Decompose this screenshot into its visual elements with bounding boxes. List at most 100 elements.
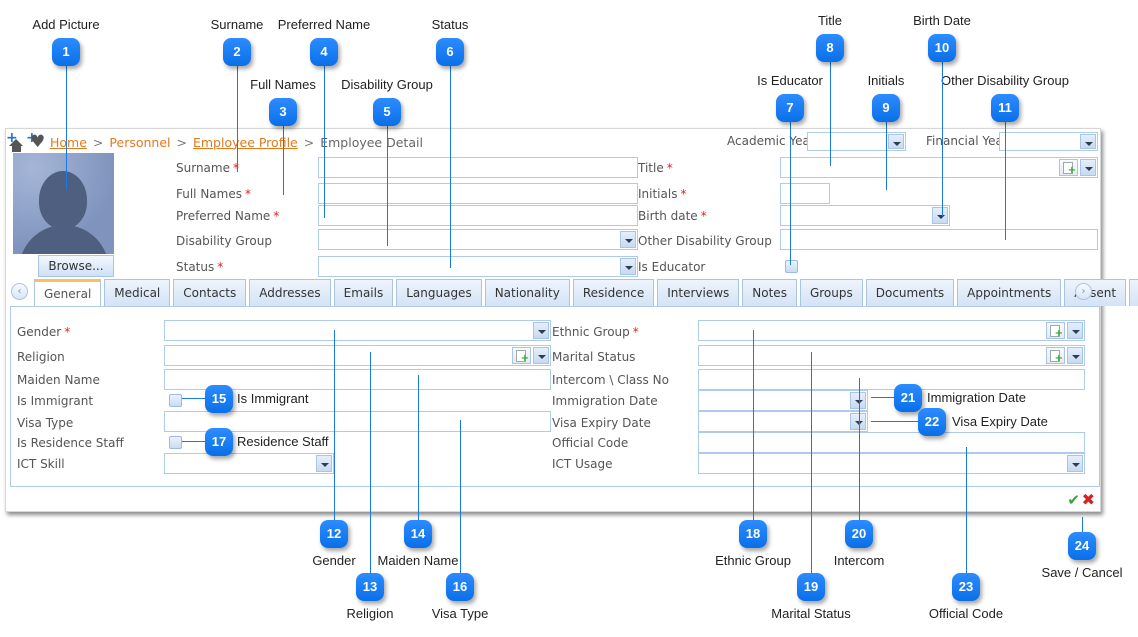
chevron-down-icon[interactable] xyxy=(533,347,549,364)
callout-label: Is Educator xyxy=(757,73,823,88)
tab-addresses[interactable]: Addresses xyxy=(249,279,331,306)
callout-label: Religion xyxy=(346,606,394,621)
chevron-down-icon[interactable] xyxy=(1080,159,1096,176)
save-icon[interactable]: ✔ xyxy=(1067,491,1080,509)
chevron-down-icon[interactable] xyxy=(1080,134,1096,149)
academic-year-select[interactable] xyxy=(807,132,906,151)
visa-expiry-date-picker[interactable] xyxy=(698,411,868,432)
calendar-dropdown-icon[interactable] xyxy=(850,392,866,409)
is-residence-staff-checkbox[interactable] xyxy=(169,436,182,449)
add-religion-button[interactable]: + xyxy=(512,347,531,364)
is-immigrant-label: Is Immigrant xyxy=(17,394,94,408)
callout-number-badge: 23 xyxy=(952,573,980,601)
status-select[interactable] xyxy=(318,256,638,277)
breadcrumb: + + ♥ Home > Personnel > Employee Profile… xyxy=(6,131,423,152)
add-title-button[interactable]: + xyxy=(1059,159,1078,176)
ethnic-group-label-text: Ethnic Group xyxy=(552,325,630,339)
callout-label: Full Names xyxy=(250,77,316,92)
surname-input[interactable] xyxy=(318,157,638,178)
financial-year-select[interactable] xyxy=(999,132,1098,151)
tab-notes[interactable]: Notes xyxy=(742,279,797,306)
tab-scroll-right-button[interactable]: › xyxy=(1075,283,1092,300)
browse-button[interactable]: Browse... xyxy=(38,255,114,277)
cancel-icon[interactable]: ✖ xyxy=(1082,490,1095,509)
intercom-input[interactable] xyxy=(698,369,1085,390)
immigration-date-picker[interactable] xyxy=(698,390,868,411)
callout-leader-line xyxy=(460,420,461,573)
tab-scroll-left-button[interactable]: ‹ xyxy=(11,283,28,300)
tab-medical[interactable]: Medical xyxy=(104,279,171,306)
disability-group-label: Disability Group xyxy=(176,234,272,248)
ethnic-group-select[interactable]: + xyxy=(698,320,1085,341)
disability-group-select[interactable] xyxy=(318,229,638,250)
initials-input[interactable] xyxy=(780,183,830,204)
add-marital-status-button[interactable]: + xyxy=(1046,347,1065,364)
official-code-input[interactable] xyxy=(698,432,1085,453)
chevron-down-icon[interactable] xyxy=(888,134,904,149)
callout-number-badge: 16 xyxy=(446,573,474,601)
tab-residence[interactable]: Residence xyxy=(572,279,655,306)
chevron-down-icon[interactable] xyxy=(620,231,636,248)
home-add-icon[interactable]: + xyxy=(6,131,26,152)
tab-nationality[interactable]: Nationality xyxy=(484,279,570,306)
callout-label: Initials xyxy=(867,73,905,88)
initials-label: Initials * xyxy=(638,187,686,201)
title-select[interactable]: + xyxy=(780,157,1098,178)
tab-absent[interactable]: Absent xyxy=(1064,279,1127,306)
other-disability-group-input[interactable] xyxy=(780,229,1098,250)
full-names-input[interactable] xyxy=(318,183,638,204)
preferred-name-input[interactable] xyxy=(318,205,638,226)
tab-interviews[interactable]: Interviews xyxy=(657,279,740,306)
callout-number-badge: 24 xyxy=(1068,532,1096,560)
callout-label: Ethnic Group xyxy=(715,553,791,568)
chevron-down-icon[interactable] xyxy=(1067,322,1083,339)
required-marker: * xyxy=(273,209,280,223)
favorite-add-icon[interactable]: + ♥ xyxy=(26,131,46,152)
chevron-down-icon[interactable] xyxy=(1067,455,1083,472)
callout-number-badge: 13 xyxy=(356,573,384,601)
callout-leader-line xyxy=(324,66,325,218)
marital-status-select[interactable]: + xyxy=(698,345,1085,366)
religion-select[interactable]: + xyxy=(164,345,551,366)
callout-leader-line xyxy=(283,126,284,195)
title-label: Title * xyxy=(638,161,673,175)
tab-emails[interactable]: Emails xyxy=(333,279,394,306)
chevron-down-icon[interactable] xyxy=(1067,347,1083,364)
add-ethnic-group-button[interactable]: + xyxy=(1046,322,1065,339)
is-educator-checkbox[interactable] xyxy=(785,260,798,273)
tab-languages[interactable]: Languages xyxy=(396,279,482,306)
chevron-down-icon[interactable] xyxy=(533,322,549,339)
callout-leader-line xyxy=(753,330,754,520)
is-immigrant-checkbox[interactable] xyxy=(169,394,182,407)
chevron-down-icon[interactable] xyxy=(316,455,332,472)
ict-usage-select[interactable] xyxy=(698,453,1085,474)
gender-select[interactable] xyxy=(164,320,551,341)
callout-label: Residence Staff xyxy=(237,434,329,449)
calendar-dropdown-icon[interactable] xyxy=(932,207,948,224)
employee-photo xyxy=(13,153,114,254)
tab-general[interactable]: General xyxy=(34,279,102,306)
breadcrumb-home[interactable]: Home xyxy=(50,135,87,150)
tab-groups[interactable]: Groups xyxy=(799,279,863,306)
callout-leader-line xyxy=(450,66,451,268)
callout-leader-line xyxy=(859,378,860,520)
calendar-dropdown-icon[interactable] xyxy=(850,413,866,430)
breadcrumb-separator: > xyxy=(92,134,104,150)
chevron-down-icon[interactable] xyxy=(620,258,636,275)
intercom-label: Intercom \ Class No xyxy=(552,373,669,387)
ict-skill-select[interactable] xyxy=(164,453,334,474)
callout-label: Official Code xyxy=(928,606,1004,621)
tab-documents[interactable]: Documents xyxy=(865,279,955,306)
required-marker: * xyxy=(680,187,687,201)
callout-number-badge: 2 xyxy=(223,38,251,66)
callout-label: Visa Type xyxy=(431,606,489,621)
tab-appointments[interactable]: Appointments xyxy=(957,279,1062,306)
tab-contacts[interactable]: Contacts xyxy=(173,279,247,306)
callout-number-badge: 20 xyxy=(845,520,873,548)
birth-date-picker[interactable] xyxy=(780,205,950,226)
callout-label: Gender xyxy=(312,553,356,568)
maiden-name-label: Maiden Name xyxy=(17,373,100,387)
gender-label: Gender * xyxy=(17,325,70,339)
preferred-name-label: Preferred Name * xyxy=(176,209,279,223)
tab-overflow[interactable] xyxy=(1129,279,1138,306)
